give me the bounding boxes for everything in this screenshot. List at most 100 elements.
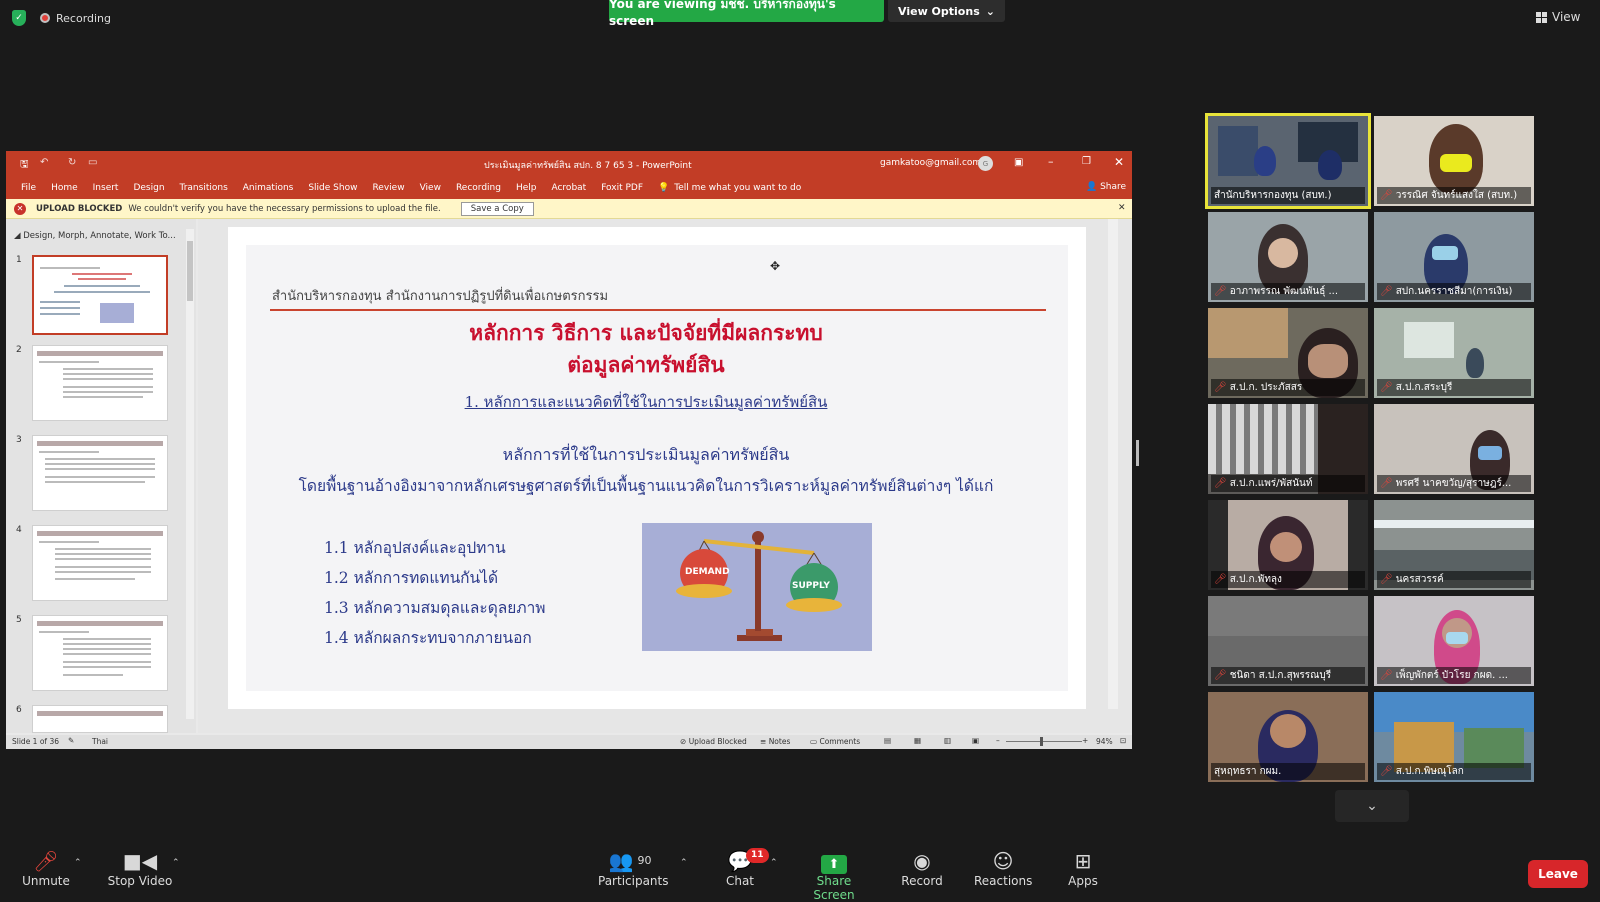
slide-thumb-1[interactable] xyxy=(32,255,168,335)
smiley-icon: ☺ xyxy=(992,849,1014,873)
slide-bullet: 1.3 หลักความสมดุลและดุลยภาพ xyxy=(324,599,546,617)
tab-help[interactable]: Help xyxy=(516,183,537,193)
slide-paragraph-2: โดยพื้นฐานอ้างอิงมาจากหลักเศรษฐศาสตร์ที่… xyxy=(298,477,994,495)
slideshow-icon[interactable]: ▣ xyxy=(972,736,979,745)
tab-animations[interactable]: Animations xyxy=(243,183,294,193)
zoom-slider[interactable] xyxy=(1006,741,1082,742)
avatar[interactable]: G xyxy=(978,156,993,171)
video-tile[interactable]: 🎤︎ อาภาพรรณ พัฒนพันธุ์ ... xyxy=(1208,212,1368,302)
share-button[interactable]: 👤 Share xyxy=(1086,182,1126,192)
participant-name-text: ส.ป.ก.พิษณุโลก xyxy=(1395,766,1464,777)
comment-icon: ▭ xyxy=(810,737,818,746)
participant-name: 🎤︎ อาภาพรรณ พัฒนพันธุ์ ... xyxy=(1211,283,1365,300)
security-shield-icon[interactable]: ✓ xyxy=(12,10,26,26)
video-options-caret[interactable]: ⌃ xyxy=(172,858,180,868)
zoom-in-icon[interactable]: + xyxy=(1082,736,1088,745)
split-drag-handle[interactable] xyxy=(1136,440,1139,466)
reading-view-icon[interactable]: ▥ xyxy=(944,736,951,745)
participants-options-caret[interactable]: ⌃ xyxy=(680,858,688,868)
close-icon[interactable]: ✕ xyxy=(1114,155,1124,169)
supply-label: SUPPLY xyxy=(792,581,830,591)
slide-title-line1: หลักการ วิธีการ และปัจจัยที่มีผลกระทบ xyxy=(469,320,823,345)
undo-icon[interactable]: ↶ xyxy=(40,157,48,168)
slide-counter[interactable]: Slide 1 of 36 xyxy=(12,737,59,746)
comments-label: Comments xyxy=(819,737,861,746)
apps-button[interactable]: ⊞ Apps xyxy=(1066,848,1100,888)
recording-indicator[interactable]: Recording xyxy=(40,12,111,25)
minimize-icon[interactable]: – xyxy=(1048,155,1054,168)
notes-button[interactable]: ≡ Notes xyxy=(760,737,790,746)
view-options-button[interactable]: View Options ⌄ xyxy=(888,0,1005,22)
current-slide[interactable]: สำนักบริหารกองทุน สำนักงานการปฏิรูปที่ดิ… xyxy=(228,227,1086,709)
video-tile[interactable]: 🎤︎ วรรณิศ จันทร์แสงใส (สบท.) xyxy=(1374,116,1534,206)
tab-acrobat[interactable]: Acrobat xyxy=(551,183,586,193)
video-tile[interactable]: 🎤︎ ส.ป.ก.สระบุรี xyxy=(1374,308,1534,398)
participants-button[interactable]: 👥 90 Participants xyxy=(598,848,669,888)
video-tile[interactable]: 🎤︎ ส.ป.ก.พัทลุง xyxy=(1208,500,1368,590)
ribbon-display-icon[interactable]: ▣ xyxy=(1014,157,1023,168)
slide-thumb-6[interactable] xyxy=(32,705,168,733)
error-icon: ✕ xyxy=(14,202,26,215)
video-tile[interactable]: 🎤︎ พรศรี นาคขวัญ/สุราษฎร์... xyxy=(1374,404,1534,494)
restore-icon[interactable]: ❐ xyxy=(1082,156,1091,167)
view-layout-button[interactable]: View xyxy=(1536,10,1580,24)
tab-transitions[interactable]: Transitions xyxy=(180,183,228,193)
slide-thumb-4[interactable] xyxy=(32,525,168,601)
video-tile[interactable]: 🎤︎ ส.ป.ก. ประภัสสร xyxy=(1208,308,1368,398)
upload-blocked-status[interactable]: ⊘ Upload Blocked xyxy=(680,737,747,746)
slide-scrollbar[interactable] xyxy=(1108,219,1118,709)
chat-options-caret[interactable]: ⌃ xyxy=(770,858,778,868)
close-alert-icon[interactable]: ✕ xyxy=(1118,203,1126,213)
slide-sorter-icon[interactable]: ▦ xyxy=(914,736,921,745)
save-icon[interactable]: 🖫 xyxy=(20,157,29,174)
tab-slide-show[interactable]: Slide Show xyxy=(308,183,357,193)
tab-file[interactable]: File xyxy=(21,183,36,193)
video-tile[interactable]: สุหฤทธรา กผม. xyxy=(1208,692,1368,782)
comments-button[interactable]: ▭ Comments xyxy=(810,737,860,746)
video-tile[interactable]: 🎤︎ เพ็ญพักตร์ บัวโรย กผด. ... xyxy=(1374,596,1534,686)
tab-design[interactable]: Design xyxy=(133,183,164,193)
slide-thumb-5[interactable] xyxy=(32,615,168,691)
video-tile[interactable]: 🎤︎ ชนิดา ส.ป.ก.สุพรรณบุรี xyxy=(1208,596,1368,686)
save-a-copy-button[interactable]: Save a Copy xyxy=(460,201,534,216)
spelling-icon[interactable]: ✎ xyxy=(68,736,74,745)
zoom-out-icon[interactable]: – xyxy=(996,736,1000,745)
slide-thumb-2[interactable] xyxy=(32,345,168,421)
share-screen-button[interactable]: ⬆ Share Screen xyxy=(796,848,872,902)
video-tile[interactable]: สำนักบริหารกองทุน (สบท.) xyxy=(1205,113,1371,209)
video-tile[interactable]: 🎤︎ สปก.นครราชสีมา(การเงิน) xyxy=(1374,212,1534,302)
tab-insert[interactable]: Insert xyxy=(93,183,119,193)
share-screen-label: Share Screen xyxy=(813,874,855,902)
leave-button[interactable]: Leave xyxy=(1528,860,1588,888)
normal-view-icon[interactable]: ▤ xyxy=(884,736,891,745)
tab-foxit-pdf[interactable]: Foxit PDF xyxy=(601,183,643,193)
tab-review[interactable]: Review xyxy=(372,183,404,193)
language-indicator[interactable]: Thai xyxy=(92,737,108,746)
section-header[interactable]: ◢ Design, Morph, Annotate, Work To... xyxy=(14,231,176,241)
audio-options-caret[interactable]: ⌃ xyxy=(74,858,82,868)
tab-view[interactable]: View xyxy=(420,183,441,193)
record-button[interactable]: ◉ Record xyxy=(898,848,946,888)
zoom-level[interactable]: 94% xyxy=(1096,737,1113,746)
unmute-button[interactable]: 🎤︎ Unmute xyxy=(18,848,74,888)
video-tile[interactable]: 🎤︎ ส.ป.ก.พิษณุโลก xyxy=(1374,692,1534,782)
redo-icon[interactable]: ↻ xyxy=(68,157,76,168)
tab-recording[interactable]: Recording xyxy=(456,183,501,193)
participant-name: สำนักบริหารกองทุน (สบท.) xyxy=(1211,187,1365,204)
zoom-slider-thumb[interactable] xyxy=(1040,737,1043,746)
video-tile[interactable]: 🎤︎ ส.ป.ก.แพร่/พัสนันท์ xyxy=(1208,404,1368,494)
gallery-next-page-button[interactable]: ⌄ xyxy=(1335,790,1409,822)
fit-slide-icon[interactable]: ⊡ xyxy=(1120,736,1126,745)
slide-thumb-3[interactable] xyxy=(32,435,168,511)
present-icon[interactable]: ▭ xyxy=(88,157,97,168)
thumbs-scrollbar[interactable] xyxy=(186,229,194,719)
upload-blocked-bar: ✕ UPLOAD BLOCKED We couldn't verify you … xyxy=(6,199,1132,219)
tab-home[interactable]: Home xyxy=(51,183,78,193)
video-tile[interactable]: 🎤︎ นครสวรรค์ xyxy=(1374,500,1534,590)
demand-label: DEMAND xyxy=(685,567,730,577)
stop-video-button[interactable]: ■◀ Stop Video xyxy=(104,848,176,888)
reactions-button[interactable]: ☺ Reactions xyxy=(974,848,1032,888)
ppt-title-bar: 🖫 ↶ ↻ ▭ ประเมินมูลค่าทรัพย์สิน สปก. 8 7 … xyxy=(6,151,1132,176)
account-email[interactable]: gamkatoo@gmail.com xyxy=(880,158,981,168)
tell-me-search[interactable]: Tell me what you want to do xyxy=(674,183,801,193)
